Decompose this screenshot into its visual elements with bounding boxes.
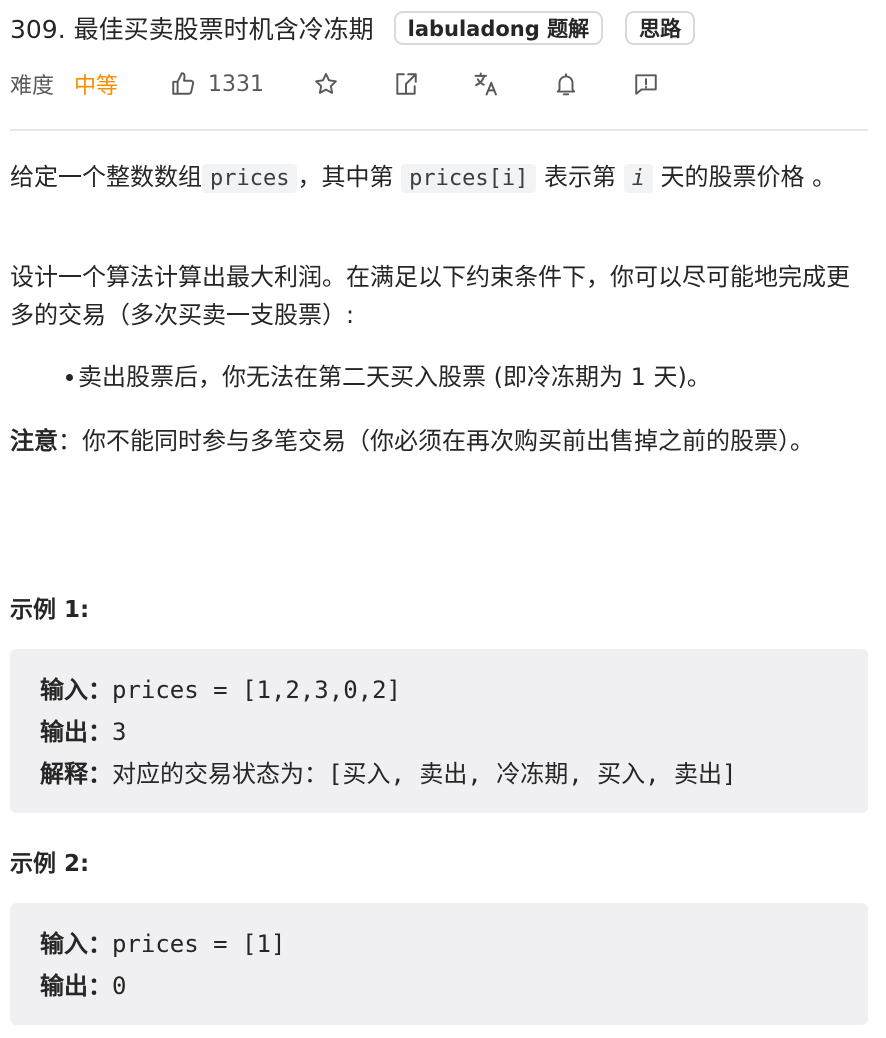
description-text: ，其中第	[297, 163, 402, 191]
star-icon[interactable]	[312, 70, 340, 98]
code-prices: prices	[202, 164, 298, 193]
output-label: 输出：	[40, 972, 112, 1000]
explanation-label: 解释：	[40, 760, 112, 788]
like-button[interactable]: 1331	[170, 71, 264, 97]
example-explanation-line: 解释：对应的交易状态为：[买入, 卖出, 冷冻期, 买入, 卖出]	[40, 753, 838, 795]
input-label: 输入：	[40, 930, 112, 958]
description-text: 天的股票价格 。	[652, 163, 837, 191]
translate-icon[interactable]	[472, 70, 500, 98]
description-paragraph-2: 设计一个算法计算出最大利润。在满足以下约束条件下，你可以尽可能地完成更多的交易（…	[10, 263, 850, 329]
output-label: 输出：	[40, 718, 112, 746]
like-count: 1331	[208, 71, 265, 97]
example-2-box: 输入：prices = [1] 输出：0	[10, 903, 868, 1025]
example-2-title: 示例 2:	[10, 851, 90, 877]
example-input-line: 输入：prices = [1]	[40, 923, 838, 965]
meta-row: 难度 中等 1331	[10, 64, 712, 104]
explanation-value: 对应的交易状态为：[买入, 卖出, 冷冻期, 买入, 卖出]	[112, 760, 737, 788]
description-text: 给定一个整数数组	[10, 163, 202, 191]
difficulty-label: 难度	[10, 74, 55, 99]
description-text: 表示第	[536, 163, 624, 191]
title-row: 309. 最佳买卖股票时机含冷冻期 labuladong 题解 思路	[10, 6, 717, 50]
list-item: 卖出股票后，你无法在第二天买入股票 (即冷冻期为 1 天)。	[66, 358, 711, 396]
note-paragraph: 注意：你不能同时参与多笔交易（你必须在再次购买前出售掉之前的股票）。	[10, 422, 868, 460]
tag-labuladong-solution[interactable]: labuladong 题解	[393, 11, 604, 45]
code-i: i	[623, 164, 653, 193]
input-label: 输入：	[40, 676, 112, 704]
output-value: 0	[112, 972, 127, 1000]
problem-title: 309. 最佳买卖股票时机含冷冻期	[10, 15, 374, 44]
output-value: 3	[112, 718, 127, 746]
example-1-box: 输入：prices = [1,2,3,0,2] 输出：3 解释：对应的交易状态为…	[10, 649, 868, 813]
constraint-list: 卖出股票后，你无法在第二天买入股票 (即冷冻期为 1 天)。	[66, 358, 711, 396]
example-input-line: 输入：prices = [1,2,3,0,2]	[40, 669, 838, 711]
note-label: 注意	[10, 427, 58, 455]
example-1-title: 示例 1:	[10, 597, 90, 623]
code-prices-i: prices[i]	[401, 164, 537, 193]
difficulty-badge: 中等	[74, 74, 119, 99]
note-text: ：你不能同时参与多笔交易（你必须在再次购买前出售掉之前的股票）。	[58, 427, 814, 455]
thumbs-up-icon	[170, 71, 196, 97]
bell-icon[interactable]	[552, 70, 580, 98]
example-output-line: 输出：0	[40, 965, 838, 1007]
feedback-icon[interactable]	[632, 70, 660, 98]
tag-approach[interactable]: 思路	[625, 11, 696, 45]
description-paragraph-1: 给定一个整数数组 prices ，其中第 prices[i] 表示第 i 天的股票价…	[10, 158, 868, 198]
share-icon[interactable]	[392, 70, 420, 98]
header-divider	[10, 129, 868, 131]
example-output-line: 输出：3	[40, 711, 838, 753]
input-value: prices = [1]	[112, 930, 286, 958]
input-value: prices = [1,2,3,0,2]	[112, 676, 401, 704]
